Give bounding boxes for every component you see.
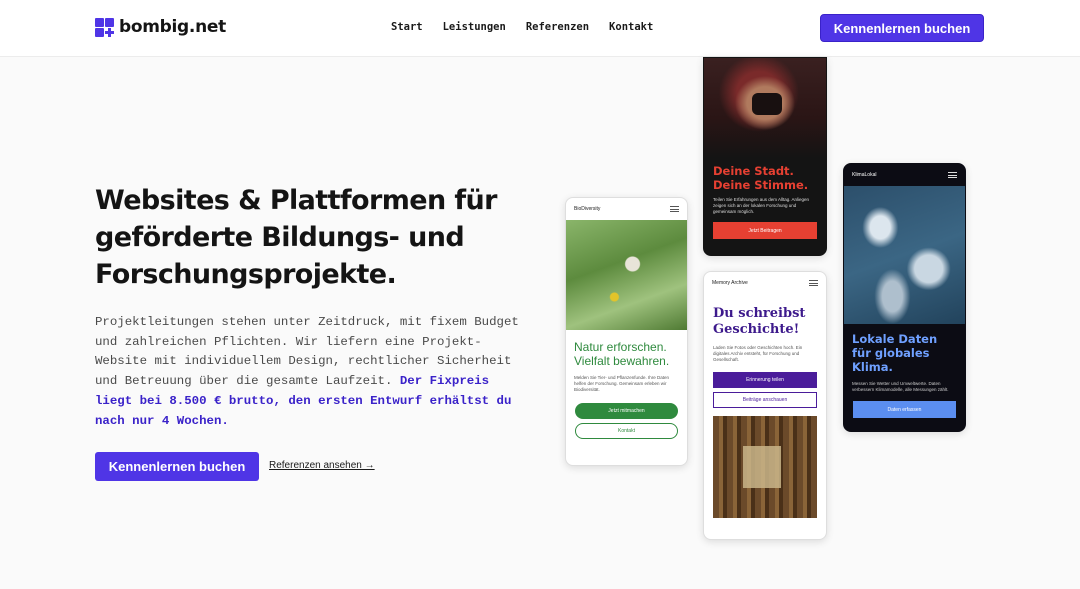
mockup-city: Deine Stadt. Deine Stimme. Teilen Sie Er… (703, 57, 827, 256)
mockup-heading: Natur erforschen. Vielfalt bewahren. (574, 340, 670, 368)
menu-icon (670, 206, 679, 212)
mockup-secondary-button: Beiträge anschauen (713, 392, 817, 408)
references-link[interactable]: Referenzen ansehen → (269, 460, 375, 471)
menu-icon (809, 280, 818, 286)
archive-image (713, 416, 817, 518)
mockup-primary-button: Jetzt Beitragen (713, 222, 817, 239)
mockup-heading: Lokale Daten für globales Klima. (852, 332, 938, 374)
mockup-brand: Memory Archive (712, 280, 748, 286)
mockup-biodiversity: BioDiversity Natur erforschen. Vielfalt … (565, 197, 688, 466)
mockup-secondary-button: Kontakt (575, 423, 678, 439)
mockup-text: Messen Sie Wetter und Umweltwerte. Daten… (852, 381, 949, 392)
mockup-heading: Deine Stadt. Deine Stimme. (713, 164, 809, 192)
nav-item-kontakt[interactable]: Kontakt (609, 21, 653, 33)
header-cta-button[interactable]: Kennenlernen buchen (820, 14, 984, 42)
menu-icon (948, 172, 957, 178)
mockup-text: Melden Sie Tier- und Pflanzenfunde. Ihre… (574, 375, 670, 392)
ice-image (844, 186, 965, 324)
nav-item-referenzen[interactable]: Referenzen (526, 21, 589, 33)
site-header: bombig.net Start Leistungen Referenzen K… (0, 0, 1080, 57)
logo[interactable]: bombig.net (95, 17, 226, 37)
mockup-primary-button: Erinnerung teilen (713, 372, 817, 388)
mockup-archive: Memory Archive Du schreibst Geschichte! … (703, 271, 827, 540)
nav-item-leistungen[interactable]: Leistungen (443, 21, 506, 33)
nav-item-start[interactable]: Start (391, 21, 423, 33)
mockup-bar: Memory Archive (704, 272, 826, 294)
mockup-climate: KlimaLokal Lokale Daten für globales Kli… (843, 163, 966, 432)
logo-text: bombig.net (119, 17, 226, 37)
mockup-heading: Du schreibst Geschichte! (713, 306, 806, 337)
mockup-bar: BioDiversity (566, 198, 687, 220)
mockup-bar: KlimaLokal (844, 164, 965, 186)
hero-cta-button[interactable]: Kennenlernen buchen (95, 452, 259, 481)
hero-text: Projektleitungen stehen unter Zeitdruck,… (95, 313, 520, 431)
mockup-text: Teilen Sie Erfahrungen aus dem Alltag. A… (713, 197, 810, 214)
mockup-primary-button: Daten erfassen (853, 401, 956, 418)
main-nav: Start Leistungen Referenzen Kontakt (391, 21, 653, 33)
mockup-brand: BioDiversity (574, 206, 601, 212)
portrait-image (704, 58, 826, 158)
hero-title: Websites & Plattformen für geförderte Bi… (95, 185, 497, 290)
mockup-brand: KlimaLokal (852, 172, 877, 178)
mockup-primary-button: Jetzt mitmachen (575, 403, 678, 419)
logo-icon (95, 17, 114, 37)
butterfly-image (566, 220, 687, 330)
mockup-text: Laden Sie Fotos oder Geschichten hoch. E… (713, 345, 803, 362)
